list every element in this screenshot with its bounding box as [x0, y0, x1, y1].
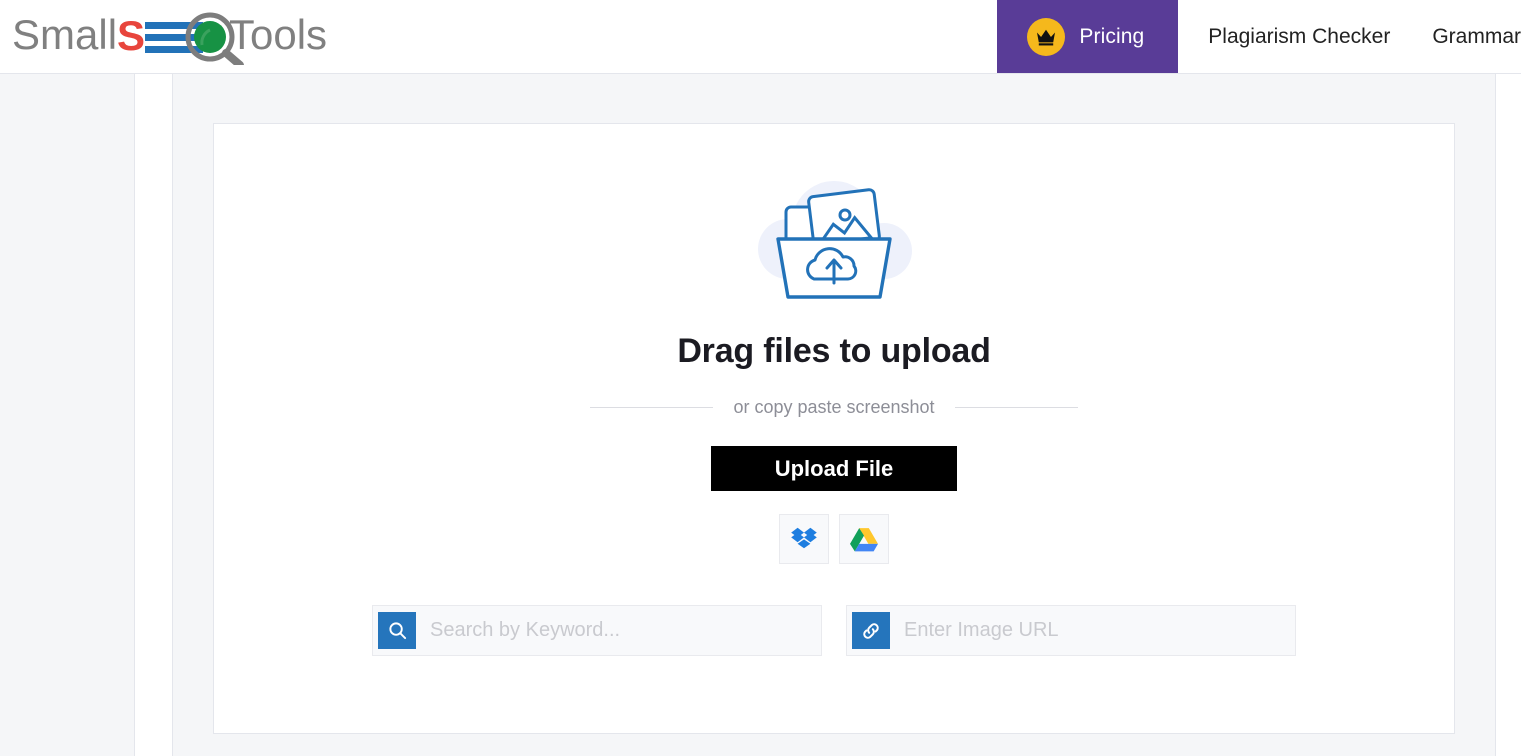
input-fields-row — [372, 605, 1296, 656]
right-rail — [1495, 74, 1521, 756]
sidebar-rail — [134, 74, 173, 756]
crown-icon — [1027, 17, 1066, 56]
cloud-service-buttons — [779, 514, 889, 564]
upload-dropzone-card[interactable]: Drag files to upload or copy paste scree… — [213, 123, 1455, 734]
page-title: Drag files to upload — [677, 332, 991, 370]
divider-label: or copy paste screenshot — [733, 397, 935, 417]
google-drive-button[interactable] — [839, 514, 889, 564]
nav-link-grammar[interactable]: Grammar — [1432, 25, 1521, 49]
upload-file-button[interactable]: Upload File — [711, 446, 957, 491]
site-logo[interactable]: Small S Tools — [12, 8, 342, 66]
header-nav: Pricing Plagiarism Checker Grammar — [997, 0, 1521, 73]
svg-text:S: S — [117, 12, 145, 59]
svg-text:Small: Small — [12, 11, 117, 58]
folder-photos-cloud-upload-icon — [744, 171, 924, 311]
search-icon[interactable] — [378, 612, 416, 649]
left-gutter — [0, 74, 134, 756]
dropbox-button[interactable] — [779, 514, 829, 564]
divider-line-left — [590, 407, 714, 408]
link-icon[interactable] — [852, 612, 890, 649]
pricing-button[interactable]: Pricing — [997, 0, 1179, 73]
google-drive-icon — [850, 527, 878, 551]
keyword-search-field[interactable] — [372, 605, 822, 656]
divider-line-right — [954, 407, 1078, 408]
smallseotools-logo-icon: Small S Tools — [12, 11, 327, 65]
page-body: Drag files to upload or copy paste scree… — [0, 74, 1521, 756]
svg-text:Tools: Tools — [229, 11, 327, 58]
divider: or copy paste screenshot — [590, 397, 1078, 418]
image-url-field[interactable] — [846, 605, 1296, 656]
dropbox-icon — [791, 527, 817, 549]
search-input[interactable] — [416, 619, 821, 642]
nav-link-plagiarism-checker[interactable]: Plagiarism Checker — [1208, 25, 1390, 49]
site-header: Small S Tools Pricing Plagiarism Checker — [0, 0, 1521, 74]
pricing-label: Pricing — [1079, 24, 1145, 48]
nav-link-list: Plagiarism Checker Grammar — [1178, 0, 1521, 73]
image-url-input[interactable] — [890, 619, 1295, 642]
